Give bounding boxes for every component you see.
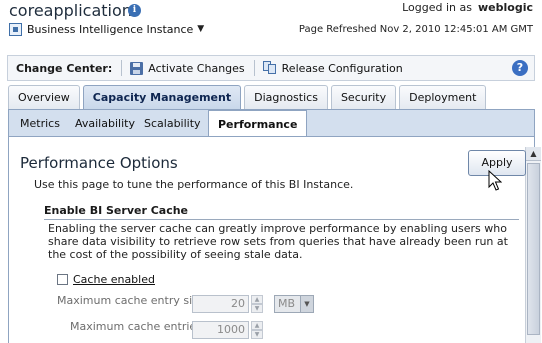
save-disk-icon (130, 61, 144, 75)
main-tabs: Overview Capacity Management Diagnostics… (8, 85, 489, 110)
increment-icon[interactable]: ▲ (251, 321, 263, 330)
cache-enabled-row[interactable]: Cache enabled (57, 273, 155, 286)
tab-overview[interactable]: Overview (8, 85, 80, 110)
activate-changes-label: Activate Changes (148, 61, 245, 75)
release-config-icon (262, 61, 277, 75)
app-title: coreapplication (9, 1, 132, 20)
chevron-down-icon: ▼ (300, 296, 313, 312)
toolbar-divider (121, 60, 123, 76)
subtab-metrics[interactable]: Metrics (20, 110, 60, 136)
unit-select-value: MB (278, 297, 296, 310)
toolbar-divider (253, 60, 255, 76)
section-divider (44, 219, 519, 220)
page-refreshed-text: Page Refreshed Nov 2, 2010 12:45:01 AM G… (298, 24, 533, 35)
max-entry-size-stepper[interactable]: ▲ ▼ (251, 295, 263, 313)
max-entry-size-input[interactable]: 20 (192, 295, 249, 313)
page-title: Performance Options (20, 154, 178, 172)
tab-diagnostics[interactable]: Diagnostics (244, 85, 328, 110)
cache-enabled-label[interactable]: Cache enabled (73, 273, 155, 286)
cache-enabled-checkbox[interactable] (57, 274, 68, 285)
decrement-icon[interactable]: ▼ (251, 304, 263, 313)
tab-capacity-management[interactable]: Capacity Management (82, 85, 242, 110)
tab-deployment[interactable]: Deployment (399, 85, 487, 110)
decrement-icon[interactable]: ▼ (251, 330, 263, 339)
max-entries-input[interactable]: 1000 (192, 321, 249, 339)
section-description: Enabling the server cache can greatly im… (48, 222, 508, 261)
page-header: coreapplication i Logged in as weblogic B… (0, 0, 542, 46)
mouse-cursor-icon (488, 170, 502, 191)
release-configuration-label: Release Configuration (281, 61, 403, 75)
cache-size-unit-select[interactable]: MB ▼ (274, 295, 314, 313)
instance-menu[interactable]: Business Intelligence Instance ▼ (9, 21, 204, 37)
scrollbar-thumb[interactable] (527, 163, 540, 335)
logged-in-prefix: Logged in as (402, 1, 472, 14)
help-icon[interactable]: ? (512, 60, 528, 76)
page-description: Use this page to tune the performance of… (34, 178, 354, 191)
scroll-up-icon[interactable]: ▲ (526, 147, 541, 161)
subtab-scalability[interactable]: Scalability (144, 110, 201, 136)
info-icon[interactable]: i (128, 4, 141, 17)
logged-in-status: Logged in as weblogic (402, 1, 533, 14)
max-entry-size-label: Maximum cache entry size (57, 294, 205, 307)
tab-security[interactable]: Security (330, 85, 397, 110)
max-entries-stepper[interactable]: ▲ ▼ (251, 321, 263, 339)
release-configuration-button[interactable]: Release Configuration (262, 61, 403, 75)
subtab-availability[interactable]: Availability (75, 110, 135, 136)
sub-tabs: Metrics Availability Scalability Perform… (8, 110, 535, 137)
increment-icon[interactable]: ▲ (251, 295, 263, 304)
bi-instance-icon (9, 22, 22, 36)
username: weblogic (478, 1, 533, 14)
max-entries-label: Maximum cache entries (70, 320, 202, 333)
subtab-performance[interactable]: Performance (208, 110, 308, 137)
change-center-label: Change Center: (16, 61, 113, 75)
activate-changes-button[interactable]: Activate Changes (130, 61, 245, 75)
section-heading: Enable BI Server Cache (44, 204, 189, 217)
chevron-down-icon: ▼ (197, 24, 205, 34)
instance-label: Business Intelligence Instance (27, 22, 194, 36)
vertical-scrollbar[interactable]: ▲ (525, 147, 541, 343)
change-center-bar: Change Center: Activate Changes Release … (7, 55, 535, 81)
